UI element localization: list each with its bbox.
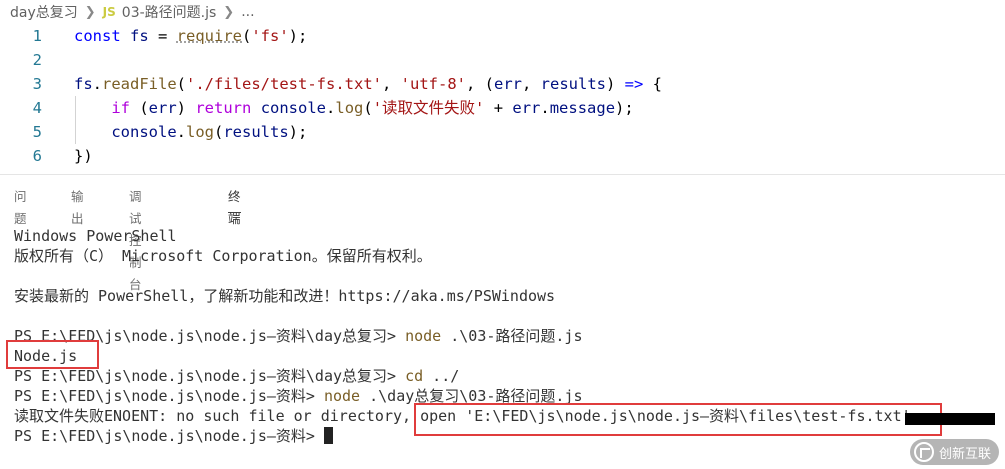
command: cd — [405, 367, 424, 385]
terminal-line: PS E:\FED\js\node.js\node.js—资料\day总复习> … — [14, 366, 459, 386]
breadcrumb: day总复习 ❯ JS 03-路径问题.js ❯ ... — [10, 2, 255, 22]
code-token: 'fs' — [251, 27, 289, 45]
tab-terminal[interactable]: 终端 — [228, 186, 241, 226]
code-token: ); — [615, 99, 634, 117]
code-token: , — [521, 75, 541, 93]
code-token: log — [335, 99, 364, 117]
code-token: '读取文件失败' — [372, 99, 485, 117]
code-token: }) — [74, 147, 93, 165]
code-token: fs — [74, 75, 93, 93]
code-token: + — [484, 99, 513, 117]
code-line[interactable]: 1 const fs = require('fs'); — [0, 24, 1005, 48]
chevron-right-icon: ❯ — [84, 4, 96, 20]
redaction-bar — [905, 413, 995, 425]
terminal-line: 版权所有（C） Microsoft Corporation。保留所有权利。 — [14, 247, 432, 265]
code-token: ( — [242, 27, 252, 45]
code-token: ) — [605, 75, 625, 93]
code-token: const — [74, 27, 130, 45]
command: node — [323, 387, 361, 405]
code-token: ); — [288, 27, 308, 45]
logo-icon — [913, 442, 934, 462]
code-token: console — [260, 99, 327, 117]
code-token: log — [186, 123, 214, 141]
line-number: 4 — [32, 99, 42, 117]
code-token: err — [148, 99, 177, 117]
line-number: 5 — [32, 123, 42, 141]
prompt: PS E:\FED\js\node.js\node.js—资料> — [14, 387, 324, 405]
code-text: fs.readFile('./files/test-fs.txt', 'utf-… — [74, 72, 662, 96]
code-token: './files/test-fs.txt' — [186, 75, 382, 93]
code-line[interactable]: 3 fs.readFile('./files/test-fs.txt', 'utf… — [0, 72, 1005, 96]
terminal-line: Windows PowerShell — [14, 227, 177, 245]
code-line[interactable]: 6}) — [0, 144, 1005, 168]
tab-debug-console[interactable]: 调试控制台 — [129, 186, 142, 292]
code-token: = — [148, 27, 177, 45]
code-token: . — [326, 99, 336, 117]
code-token: results — [223, 123, 289, 141]
code-token: return — [195, 99, 252, 117]
code-text: }) — [74, 144, 93, 168]
line-number: 1 — [32, 27, 42, 45]
code-line[interactable]: 5 console.log(results); — [0, 120, 1005, 144]
javascript-file-icon: JS — [102, 5, 116, 19]
code-token: 'utf-8' — [400, 75, 466, 93]
indent-guide — [75, 96, 76, 144]
panel-divider — [0, 174, 1005, 175]
tab-output[interactable]: 输出 — [71, 186, 84, 226]
breadcrumb-more[interactable]: ... — [241, 4, 254, 20]
code-text: if (err) return console.log('读取文件失败' + e… — [74, 96, 634, 120]
code-line[interactable]: 4 if (err) return console.log('读取文件失败' +… — [0, 96, 1005, 120]
code-line[interactable]: 2 — [0, 48, 1005, 72]
code-token: , — [381, 75, 401, 93]
code-token: console — [111, 123, 177, 141]
code-token: err — [512, 99, 541, 117]
line-number: 6 — [32, 147, 42, 165]
highlight-box-error — [414, 403, 942, 436]
code-token: . — [176, 123, 186, 141]
watermark-text: 创新互联 — [938, 446, 991, 462]
code-text: console.log(results); — [74, 120, 307, 144]
code-token: require — [176, 27, 242, 45]
code-text: const fs = require('fs'); — [74, 24, 307, 48]
code-token: results — [540, 75, 606, 93]
prompt: PS E:\FED\js\node.js\node.js—资料> — [14, 427, 324, 445]
terminal-line: 安装最新的 PowerShell，了解新功能和改进！https://aka.ms… — [14, 287, 556, 305]
terminal-cursor — [323, 427, 333, 444]
code-token: ( — [214, 123, 224, 141]
code-editor[interactable]: 1 const fs = require('fs'); 2 3 fs.readFile(… — [0, 24, 1005, 174]
code-token: readFile — [102, 75, 177, 93]
highlight-box-output — [6, 340, 99, 369]
code-token: ( — [363, 99, 373, 117]
code-token: ( — [176, 75, 187, 93]
command-args: .\03-路径问题.js — [441, 327, 583, 345]
code-token: ) — [176, 99, 196, 117]
code-token: if — [111, 99, 130, 117]
breadcrumb-file[interactable]: 03-路径问题.js — [122, 2, 217, 22]
terminal-line: PS E:\FED\js\node.js\node.js—资料\day总复习> … — [14, 326, 582, 346]
breadcrumb-folder[interactable]: day总复习 — [10, 2, 78, 22]
command-args: ../ — [423, 367, 460, 385]
command: node — [405, 327, 442, 345]
code-token: => — [624, 75, 644, 93]
line-number: 3 — [32, 75, 42, 93]
line-number: 2 — [32, 51, 42, 69]
chevron-right-icon: ❯ — [223, 4, 235, 20]
watermark: 创新互联 — [909, 439, 999, 465]
code-token: . — [540, 99, 550, 117]
code-token: err — [493, 75, 522, 93]
terminal-line: PS E:\FED\js\node.js\node.js—资料> — [14, 426, 333, 446]
code-token: fs — [130, 27, 149, 45]
code-token: ( — [130, 99, 149, 117]
code-token: , ( — [465, 75, 494, 93]
prompt: PS E:\FED\js\node.js\node.js—资料\day总复习> — [14, 367, 406, 385]
tab-problems[interactable]: 问题 — [14, 186, 27, 226]
code-token: ); — [288, 123, 308, 141]
code-token: message — [549, 99, 616, 117]
code-token: . — [92, 75, 103, 93]
code-token: { — [643, 75, 662, 93]
